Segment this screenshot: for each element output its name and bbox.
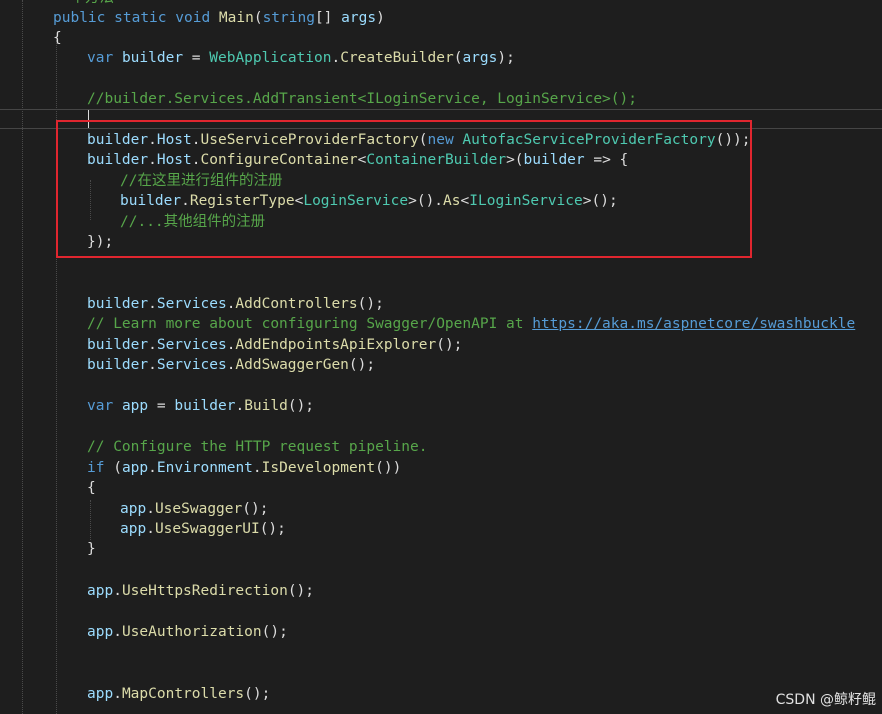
code-line-map-controllers: app.MapControllers(); xyxy=(87,686,271,702)
code-line-add-controllers: builder.Services.AddControllers(); xyxy=(87,296,384,312)
indent-guide xyxy=(22,0,23,714)
code-line-comment-swagger: // Learn more about configuring Swagger/… xyxy=(87,316,856,332)
code-line-add-explorer: builder.Services.AddEndpointsApiExplorer… xyxy=(87,337,463,353)
code-line-use-swagger: app.UseSwagger(); xyxy=(120,501,269,517)
code-line-use-swaggerui: app.UseSwaggerUI(); xyxy=(120,521,286,537)
code-line-comment-pipeline: // Configure the HTTP request pipeline. xyxy=(87,439,428,455)
indent-guide xyxy=(90,500,91,540)
code-line-use-https: app.UseHttpsRedirection(); xyxy=(87,583,315,599)
code-line-main-signature: public static void Main(string[] args) xyxy=(53,10,385,26)
code-line-if-development: if (app.Environment.IsDevelopment()) xyxy=(87,460,402,476)
swagger-docs-link[interactable]: https://aka.ms/aspnetcore/swashbuckle xyxy=(532,316,855,332)
code-line-brace-close-if: } xyxy=(87,541,96,557)
code-line-builder-decl: var builder = WebApplication.CreateBuild… xyxy=(87,50,515,66)
code-line-partial: 个方法 xyxy=(53,0,114,8)
code-line-app-build: var app = builder.Build(); xyxy=(87,398,315,414)
code-editor[interactable]: 个方法 public static void Main(string[] arg… xyxy=(0,0,882,714)
watermark: CSDN @鲸籽鲲 xyxy=(775,692,876,708)
code-line-comment-transient: //builder.Services.AddTransient<ILoginSe… xyxy=(87,91,637,107)
code-line-add-swaggergen: builder.Services.AddSwaggerGen(); xyxy=(87,357,376,373)
code-line-use-authorization: app.UseAuthorization(); xyxy=(87,624,288,640)
code-line-brace-open-if: { xyxy=(87,480,96,496)
annotation-highlight-box xyxy=(56,120,752,258)
code-line-brace-open: { xyxy=(53,30,62,46)
